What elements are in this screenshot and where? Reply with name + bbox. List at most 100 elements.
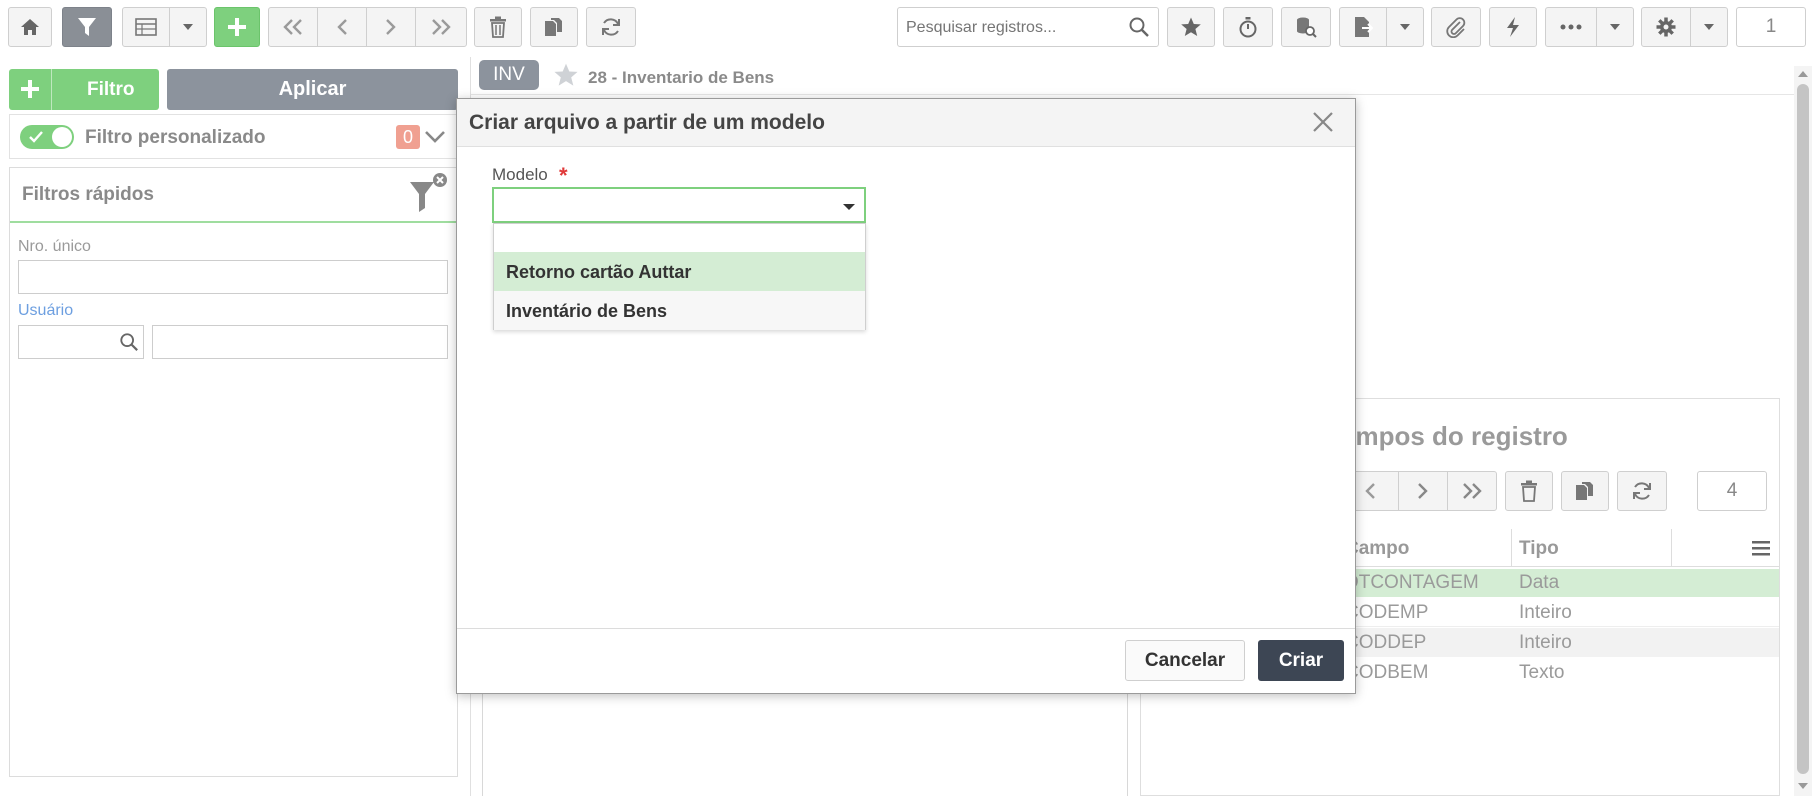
record-header: INV 28 - Inventario de Bens xyxy=(471,57,1805,95)
add-filter-button[interactable]: Filtro xyxy=(9,69,159,110)
usuario-code-input[interactable] xyxy=(18,325,144,359)
table-row[interactable]: CODDEP Inteiro xyxy=(1341,628,1779,657)
create-from-template-dialog: Criar arquivo a partir de um modelo Mode… xyxy=(456,98,1356,694)
grid-view-dropdown[interactable] xyxy=(169,7,207,47)
database-search-button[interactable] xyxy=(1281,7,1331,47)
stopwatch-icon xyxy=(1239,17,1257,38)
double-chevron-left-icon xyxy=(283,19,302,35)
nro-unico-label: Nro. único xyxy=(18,238,91,255)
home-button[interactable] xyxy=(8,7,52,47)
page-number-box[interactable]: 1 xyxy=(1736,7,1806,47)
nro-unico-input[interactable] xyxy=(18,260,448,294)
export-dropdown[interactable] xyxy=(1386,7,1424,47)
double-chevron-right-icon xyxy=(432,19,451,35)
add-record-button[interactable] xyxy=(214,7,260,47)
chevron-right-icon xyxy=(386,19,396,35)
fields-next-button[interactable] xyxy=(1398,471,1448,511)
caret-down-icon xyxy=(1704,24,1714,30)
table-row[interactable]: DTCONTAGEM Data xyxy=(1341,569,1779,597)
column-divider xyxy=(1511,529,1512,567)
fields-delete-button[interactable] xyxy=(1505,471,1553,511)
dialog-header: Criar arquivo a partir de um modelo xyxy=(457,99,1355,147)
vertical-scrollbar[interactable] xyxy=(1794,66,1812,796)
funnel-icon xyxy=(78,18,96,36)
star-icon[interactable] xyxy=(553,62,579,88)
scroll-down-icon[interactable] xyxy=(1797,782,1809,790)
option-label: Inventário de Bens xyxy=(506,301,668,321)
plus-icon xyxy=(21,80,39,98)
check-icon xyxy=(29,131,43,143)
scrollbar-thumb[interactable] xyxy=(1797,84,1809,774)
cell-campo: CODEMP xyxy=(1345,602,1429,623)
fields-panel-title: ampos do registro xyxy=(1341,421,1568,451)
custom-filter-row: Filtro personalizado 0 xyxy=(9,114,458,159)
model-select[interactable] xyxy=(492,187,866,223)
search-input[interactable] xyxy=(904,14,1126,42)
grid-view-button[interactable] xyxy=(122,7,170,47)
fields-refresh-button[interactable] xyxy=(1617,471,1667,511)
copy-icon xyxy=(545,18,562,36)
first-record-button[interactable] xyxy=(268,7,318,47)
custom-filter-label: Filtro personalizado xyxy=(85,127,266,148)
funnel-clear-icon[interactable] xyxy=(408,172,448,216)
cancel-button[interactable]: Cancelar xyxy=(1125,640,1245,681)
column-header-tipo[interactable]: Tipo xyxy=(1519,538,1559,560)
chevron-left-icon xyxy=(337,19,347,35)
timer-button[interactable] xyxy=(1223,7,1273,47)
usuario-label: Usuário xyxy=(18,302,74,319)
database-search-icon xyxy=(1297,17,1317,38)
custom-filter-toggle[interactable] xyxy=(20,125,74,149)
apply-button[interactable]: Aplicar xyxy=(167,69,458,110)
dropdown-option-inventario-de-bens[interactable]: Inventário de Bens xyxy=(494,291,865,330)
dropdown-option-retorno-cartao-auttar[interactable]: Retorno cartão Auttar xyxy=(494,252,865,291)
add-filter-divider xyxy=(51,69,52,110)
scroll-up-icon[interactable] xyxy=(1797,70,1809,78)
plus-icon xyxy=(228,18,246,36)
table-row[interactable]: CODEMP Inteiro xyxy=(1341,599,1779,627)
fields-page-number-box[interactable]: 4 xyxy=(1697,471,1767,511)
search-icon[interactable] xyxy=(119,332,139,352)
attachments-button[interactable] xyxy=(1431,7,1481,47)
close-icon[interactable] xyxy=(1312,111,1334,133)
more-options-dropdown[interactable] xyxy=(1596,7,1634,47)
chevron-down-icon[interactable] xyxy=(424,129,446,145)
custom-filter-count-badge: 0 xyxy=(396,125,420,149)
quick-filters-panel: Filtros rápidos Nro. único Usuário xyxy=(9,167,458,777)
dropdown-option-empty[interactable] xyxy=(494,224,865,252)
delete-button[interactable] xyxy=(474,7,522,47)
cell-tipo: Data xyxy=(1519,572,1560,593)
fields-page-number: 4 xyxy=(1726,480,1738,501)
model-label: Modelo xyxy=(492,165,548,184)
fields-duplicate-button[interactable] xyxy=(1561,471,1609,511)
cell-tipo: Inteiro xyxy=(1519,632,1572,653)
create-button[interactable]: Criar xyxy=(1258,640,1344,681)
refresh-button[interactable] xyxy=(586,7,636,47)
last-record-button[interactable] xyxy=(415,7,467,47)
cell-tipo: Inteiro xyxy=(1519,602,1572,623)
usuario-name-input[interactable] xyxy=(152,325,448,359)
model-dropdown-list: Retorno cartão Auttar Inventário de Bens xyxy=(493,223,866,330)
caret-down-icon xyxy=(1610,24,1620,30)
star-icon xyxy=(1181,17,1201,36)
page-number: 1 xyxy=(1765,16,1777,37)
create-label: Criar xyxy=(1278,650,1324,671)
settings-dropdown[interactable] xyxy=(1690,7,1728,47)
export-button[interactable] xyxy=(1339,7,1387,47)
column-divider xyxy=(1671,529,1672,567)
cell-campo: CODDEP xyxy=(1345,632,1427,653)
toggle-knob xyxy=(52,127,72,147)
dialog-title: Criar arquivo a partir de um modelo xyxy=(469,111,825,134)
actions-button[interactable] xyxy=(1489,7,1537,47)
menu-icon[interactable] xyxy=(1751,539,1771,557)
search-icon[interactable] xyxy=(1128,16,1150,38)
table-row[interactable]: CODBEM Texto xyxy=(1341,658,1779,687)
favorites-button[interactable] xyxy=(1167,7,1215,47)
filter-toggle-button[interactable] xyxy=(62,7,112,47)
duplicate-button[interactable] xyxy=(530,7,578,47)
trash-icon xyxy=(1521,480,1537,502)
next-record-button[interactable] xyxy=(366,7,416,47)
more-options-button[interactable] xyxy=(1545,7,1597,47)
fields-last-button[interactable] xyxy=(1447,471,1497,511)
previous-record-button[interactable] xyxy=(317,7,367,47)
settings-button[interactable] xyxy=(1641,7,1691,47)
